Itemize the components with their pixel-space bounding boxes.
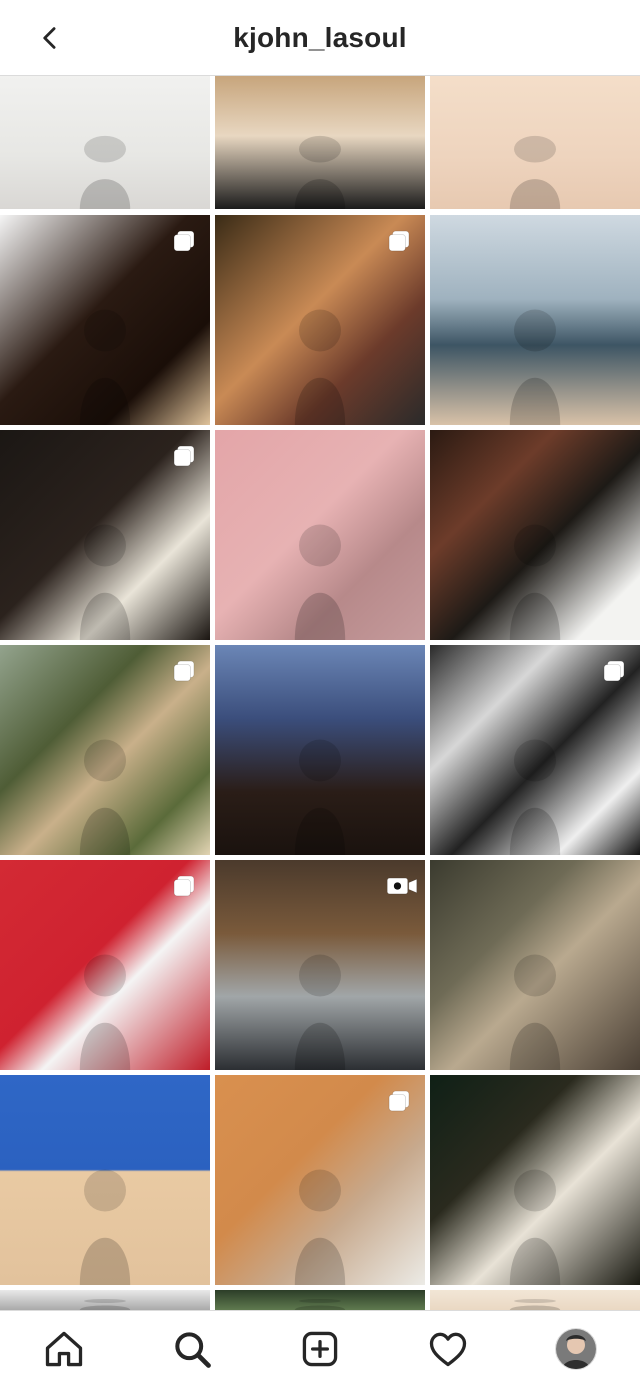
- post-tile[interactable]: [215, 76, 425, 209]
- post-tile[interactable]: [0, 860, 210, 1070]
- post-tile[interactable]: [0, 430, 210, 640]
- photo-content: [509, 954, 561, 1070]
- avatar-image: [556, 1329, 596, 1369]
- carousel-icon: [170, 442, 198, 470]
- photo-content: [79, 1169, 131, 1285]
- search-icon: [175, 1332, 211, 1368]
- photo-content: [294, 524, 346, 640]
- photo-content: [509, 1169, 561, 1285]
- post-tile[interactable]: [0, 76, 210, 209]
- post-tile[interactable]: [430, 645, 640, 855]
- photo-content: [509, 309, 561, 425]
- photo-content: [79, 135, 131, 209]
- post-tile[interactable]: [0, 215, 210, 425]
- post-grid: [0, 76, 640, 1310]
- home-icon: [45, 1331, 83, 1367]
- top-header: kjohn_lasoul: [0, 0, 640, 76]
- photo-content: [294, 135, 346, 209]
- carousel-icon: [600, 657, 628, 685]
- video-icon: [385, 872, 418, 900]
- post-tile[interactable]: [430, 215, 640, 425]
- carousel-icon: [170, 872, 198, 900]
- bottom-tab-bar: [0, 1310, 640, 1386]
- post-tile[interactable]: [430, 860, 640, 1070]
- avatar: [555, 1328, 597, 1370]
- tab-create[interactable]: [296, 1325, 344, 1373]
- tab-profile[interactable]: [552, 1325, 600, 1373]
- plus-square-icon: [302, 1331, 338, 1367]
- post-tile[interactable]: [0, 645, 210, 855]
- post-tile[interactable]: [430, 430, 640, 640]
- carousel-icon: [385, 1087, 413, 1115]
- post-tile[interactable]: [215, 1075, 425, 1285]
- photo-content: [79, 1299, 131, 1310]
- post-tile[interactable]: [0, 1290, 210, 1310]
- post-tile[interactable]: [430, 76, 640, 209]
- photo-content: [509, 524, 561, 640]
- tab-search[interactable]: [168, 1325, 216, 1373]
- photo-content: [294, 739, 346, 855]
- post-tile[interactable]: [430, 1075, 640, 1285]
- photo-content: [509, 1299, 561, 1310]
- post-tile[interactable]: [215, 1290, 425, 1310]
- carousel-icon: [385, 227, 413, 255]
- post-tile[interactable]: [215, 860, 425, 1070]
- post-tile[interactable]: [0, 1075, 210, 1285]
- photo-content: [294, 1299, 346, 1310]
- post-tile[interactable]: [215, 430, 425, 640]
- post-tile[interactable]: [215, 215, 425, 425]
- tab-activity[interactable]: [424, 1325, 472, 1373]
- heart-icon: [429, 1332, 467, 1367]
- tab-home[interactable]: [40, 1325, 88, 1373]
- profile-username-title: kjohn_lasoul: [233, 22, 407, 53]
- photo-content: [509, 135, 561, 209]
- post-tile[interactable]: [215, 645, 425, 855]
- carousel-icon: [170, 657, 198, 685]
- post-tile[interactable]: [430, 1290, 640, 1310]
- carousel-icon: [170, 227, 198, 255]
